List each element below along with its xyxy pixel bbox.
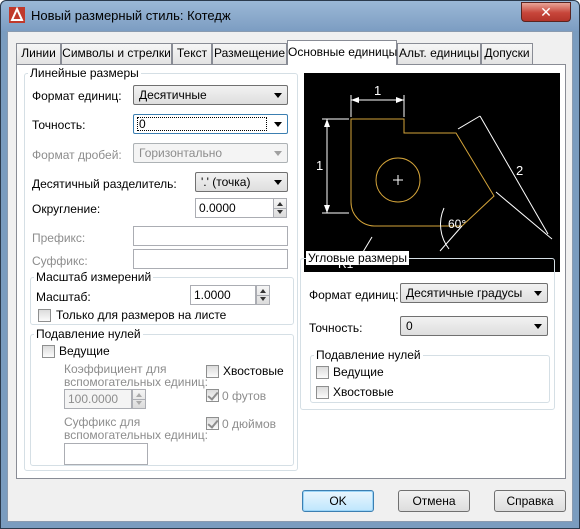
- layout-only-checkbox[interactable]: [38, 309, 51, 322]
- prefix-input[interactable]: [133, 226, 288, 246]
- chevron-down-icon: [274, 122, 282, 127]
- fraction-format-dropdown[interactable]: Горизонтально: [133, 143, 288, 163]
- spin-down-icon: [136, 401, 142, 405]
- fraction-format-value: Горизонтально: [139, 146, 223, 160]
- preview-dim-left: 1: [316, 158, 323, 173]
- sub-factor-input[interactable]: 100.0000: [64, 389, 132, 409]
- layout-only-label: Только для размеров на листе: [56, 308, 227, 322]
- tab-tolerances[interactable]: Допуски: [481, 43, 533, 64]
- focus-rect: [137, 117, 267, 131]
- tab-lines[interactable]: Линии: [16, 43, 61, 64]
- angular-trailing-zeros-checkbox[interactable]: [316, 386, 329, 399]
- chevron-down-icon: [274, 180, 282, 185]
- zero-inches-checkbox[interactable]: [206, 417, 219, 430]
- spin-up-icon: [277, 202, 283, 206]
- angular-leading-zeros-checkbox[interactable]: [316, 366, 329, 379]
- sub-factor-spinner[interactable]: [132, 389, 146, 409]
- decimal-separator-label: Десятичный разделитель:: [32, 177, 177, 191]
- fraction-format-label: Формат дробей:: [32, 148, 122, 162]
- tab-alternate-units[interactable]: Альт. единицы: [397, 43, 481, 64]
- preview-dim-angle: 60°: [448, 217, 466, 231]
- zero-suppression-title: Подавление нулей: [34, 327, 143, 341]
- suffix-input[interactable]: [133, 249, 288, 269]
- ok-button[interactable]: OK: [302, 490, 374, 512]
- leading-zeros-label: Ведущие: [59, 344, 110, 358]
- precision-label: Точность:: [32, 118, 86, 132]
- sub-suffix-input[interactable]: [64, 443, 148, 465]
- suffix-label: Суффикс:: [32, 254, 88, 268]
- chevron-down-icon: [274, 151, 282, 156]
- chevron-down-icon: [274, 93, 282, 98]
- decimal-separator-value: '.' (точка): [201, 175, 251, 189]
- sub-factor-label-2: вспомогательных единиц:: [64, 375, 208, 389]
- unit-format-value: Десятичные: [139, 88, 207, 102]
- angular-dimensions-title: Угловые размеры: [306, 251, 409, 265]
- spin-down-icon: [260, 297, 266, 301]
- tab-fit[interactable]: Размещение: [212, 43, 287, 64]
- scale-input[interactable]: 1.0000: [190, 285, 256, 305]
- angular-unit-format-value: Десятичные градусы: [406, 286, 523, 300]
- angular-leading-zeros-label: Ведущие: [333, 365, 384, 379]
- roundoff-label: Округление:: [32, 202, 101, 216]
- angular-zero-suppression-title: Подавление нулей: [314, 348, 423, 362]
- zero-inches-label: 0 дюймов: [222, 417, 277, 431]
- sub-factor-label: Коэффициент для: [64, 362, 167, 376]
- dialog-window: Новый размерный стиль: Котедж ✕ Линии Си…: [0, 0, 580, 529]
- angular-unit-format-label: Формат единиц:: [309, 288, 399, 302]
- chevron-down-icon: [534, 291, 542, 296]
- title-bar: Новый размерный стиль: Котедж ✕: [1, 1, 579, 31]
- cancel-button[interactable]: Отмена: [398, 490, 470, 512]
- help-button[interactable]: Справка: [494, 490, 566, 512]
- preview-dim-top: 1: [374, 83, 381, 98]
- chevron-down-icon: [534, 324, 542, 329]
- autocad-app-icon: [9, 7, 25, 23]
- linear-dimensions-title: Линейные размеры: [28, 66, 141, 80]
- close-button[interactable]: ✕: [521, 2, 571, 22]
- dimension-preview: 1 1 2 60° R1: [304, 73, 560, 272]
- zero-feet-label: 0 футов: [222, 389, 267, 403]
- tab-symbols-arrows[interactable]: Символы и стрелки: [61, 43, 172, 64]
- window-title: Новый размерный стиль: Котедж: [31, 8, 231, 23]
- spin-up-icon: [136, 393, 142, 397]
- scale-spinner[interactable]: [256, 285, 270, 305]
- preview-dim-diagonal: 2: [516, 163, 523, 178]
- measurement-scale-title: Масштаб измерений: [34, 270, 154, 284]
- spin-up-icon: [260, 289, 266, 293]
- roundoff-input[interactable]: 0.0000: [195, 198, 274, 218]
- precision-dropdown[interactable]: 0: [133, 114, 288, 134]
- sub-suffix-label: Суффикс для: [64, 415, 141, 429]
- spin-down-icon: [277, 210, 283, 214]
- tab-primary-units[interactable]: Основные единицы: [287, 40, 397, 65]
- sub-suffix-label-2: вспомогательных единиц:: [64, 428, 208, 442]
- angular-precision-dropdown[interactable]: 0: [400, 316, 548, 336]
- zero-feet-checkbox[interactable]: [206, 389, 219, 402]
- preview-shape-outline: [350, 118, 495, 227]
- angular-trailing-zeros-label: Хвостовые: [333, 385, 394, 399]
- prefix-label: Префикс:: [32, 231, 86, 245]
- angular-precision-value: 0: [406, 319, 413, 333]
- unit-format-label: Формат единиц:: [32, 89, 122, 103]
- tab-text[interactable]: Текст: [172, 43, 212, 64]
- unit-format-dropdown[interactable]: Десятичные: [133, 85, 288, 105]
- dialog-client-area: Линии Символы и стрелки Текст Размещение…: [7, 31, 573, 522]
- trailing-zeros-checkbox[interactable]: [206, 365, 219, 378]
- decimal-separator-dropdown[interactable]: '.' (точка): [195, 172, 288, 192]
- angular-unit-format-dropdown[interactable]: Десятичные градусы: [400, 283, 548, 303]
- trailing-zeros-label: Хвостовые: [223, 364, 284, 378]
- roundoff-spinner[interactable]: [273, 198, 287, 218]
- angular-precision-label: Точность:: [309, 321, 363, 335]
- scale-label: Масштаб:: [36, 290, 91, 304]
- leading-zeros-checkbox[interactable]: [42, 345, 55, 358]
